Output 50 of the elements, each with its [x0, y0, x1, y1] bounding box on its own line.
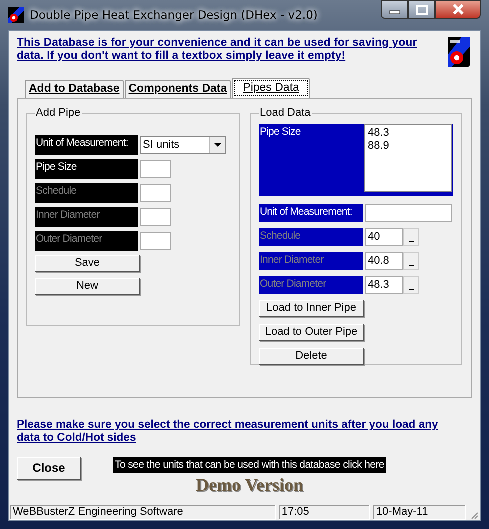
window-title: Double Pipe Heat Exchanger Design (DHex - v2.0) — [30, 8, 318, 22]
field-label: Inner Diameter — [35, 207, 138, 227]
list-item[interactable]: 88.9 — [368, 140, 448, 153]
field-label: Schedule — [259, 228, 363, 246]
close-button[interactable]: Close — [17, 457, 81, 480]
close-icon — [452, 4, 464, 15]
form-button[interactable]: Delete — [259, 348, 364, 365]
spin-button[interactable] — [403, 228, 419, 246]
close-button[interactable] — [435, 0, 481, 19]
pipe-size-list[interactable]: 48.3 88.9 — [364, 124, 452, 192]
maximize-icon — [416, 4, 428, 14]
spin-button[interactable] — [403, 252, 419, 270]
form-button[interactable]: New — [35, 278, 140, 295]
status-panel: WeBBusterZ Engineering Software — [10, 505, 276, 520]
text-field[interactable] — [140, 208, 171, 226]
group-title: Add Pipe — [35, 107, 82, 119]
text-field[interactable] — [140, 232, 171, 250]
status-panel: 10-May-11 — [373, 505, 466, 520]
field-label: Outer Diameter — [35, 231, 138, 251]
text-field[interactable] — [365, 204, 452, 222]
field-label: Pipe Size — [259, 125, 302, 140]
notice-text: This Database is for your convenience and it can be used for saving your data. If you don't want to fill a textbox simply leave it empty! — [17, 37, 418, 63]
form-button[interactable]: Load to Inner Pipe — [259, 300, 364, 317]
logo-icon — [448, 37, 470, 67]
status-panel: 17:05 — [278, 505, 370, 520]
app-icon — [8, 7, 24, 23]
field-label: Schedule — [35, 183, 138, 203]
spin-button[interactable] — [403, 276, 419, 294]
tab[interactable]: Components Data — [124, 80, 232, 98]
field-label: Unit of Measurement: — [259, 204, 363, 222]
maximize-button[interactable] — [408, 0, 435, 19]
unit-dropdown[interactable]: SI units — [140, 136, 226, 154]
resize-grip-icon — [469, 510, 479, 520]
text-field[interactable] — [140, 184, 171, 202]
text-field[interactable] — [140, 160, 171, 178]
tab[interactable]: Add to Database — [25, 80, 124, 98]
field-label: Outer Diameter — [259, 276, 363, 294]
minimize-button[interactable] — [381, 0, 408, 19]
caret-icon — [214, 143, 222, 147]
units-link[interactable]: To see the units that can be used with this database click here — [113, 457, 386, 473]
field-label: Pipe Size — [35, 159, 138, 179]
form-button[interactable]: Save — [35, 255, 140, 272]
tab[interactable]: Pipes Data — [232, 78, 310, 98]
field-label: Inner Diameter — [259, 252, 363, 270]
field-label: Unit of Measurement: — [35, 135, 138, 155]
group-title: Load Data — [259, 107, 312, 119]
warning-text: Please make sure you select the correct measurement units after you load any data to Cold/Hot sides — [17, 419, 440, 445]
demo-label: Demo Version — [196, 475, 304, 496]
form-button[interactable]: Load to Outer Pipe — [259, 324, 364, 341]
list-item[interactable]: 48.3 — [368, 127, 448, 140]
